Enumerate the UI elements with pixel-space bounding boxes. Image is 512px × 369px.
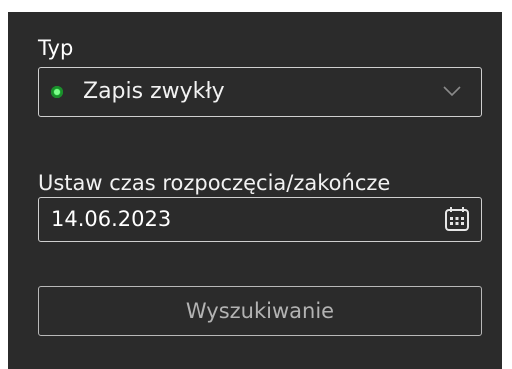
date-field[interactable]: 14.06.2023	[38, 197, 482, 242]
type-label: Typ	[38, 36, 74, 60]
type-select-value: Zapis zwykły	[83, 79, 225, 104]
chevron-down-icon[interactable]	[443, 85, 461, 97]
search-panel: Typ Zapis zwykły Ustaw czas rozpoczęcia/…	[8, 12, 502, 369]
search-button[interactable]: Wyszukiwanie	[38, 286, 482, 336]
time-range-label: Ustaw czas rozpoczęcia/zakończe	[38, 171, 391, 195]
type-select[interactable]: Zapis zwykły	[38, 67, 482, 117]
date-value: 14.06.2023	[51, 207, 172, 231]
green-dot-icon	[51, 86, 63, 98]
calendar-icon[interactable]	[443, 205, 471, 233]
